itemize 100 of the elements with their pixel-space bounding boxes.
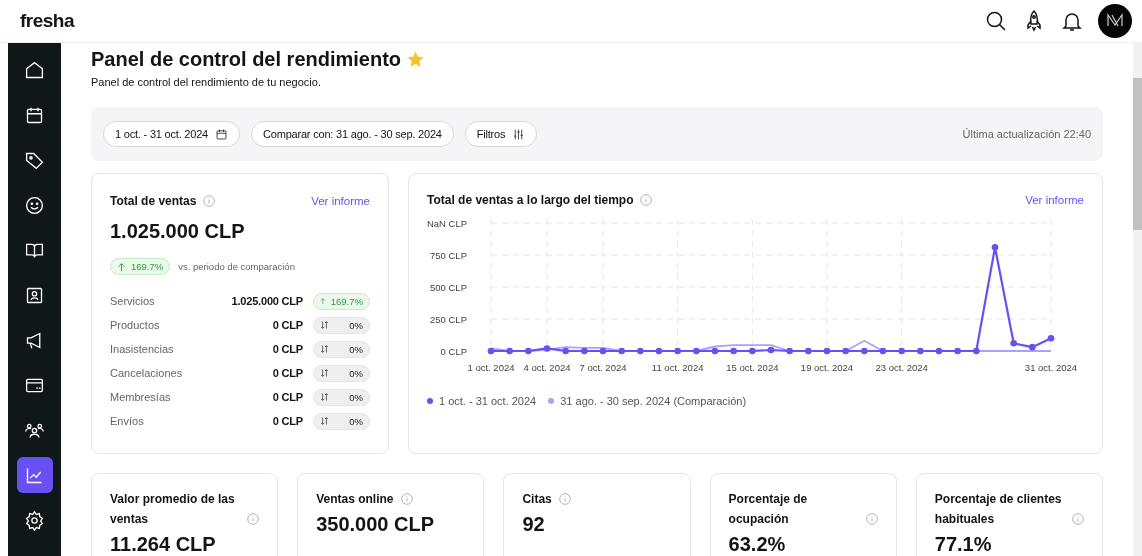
change-badge: 0% xyxy=(313,388,370,406)
comparison-caption: vs. periodo de comparación xyxy=(178,261,295,272)
data-point[interactable] xyxy=(879,347,887,355)
axis-label: 4 oct. 2024 xyxy=(523,362,571,373)
data-point[interactable] xyxy=(991,244,999,251)
data-point[interactable] xyxy=(599,347,607,355)
change-badge: 0% xyxy=(313,364,370,382)
row-value: 0 CLP xyxy=(272,343,303,355)
calendar-icon xyxy=(215,127,229,141)
row-label: Membresías xyxy=(110,391,172,403)
settings-icon xyxy=(24,509,45,531)
scrollbar[interactable] xyxy=(1133,43,1142,556)
data-point[interactable] xyxy=(861,347,868,355)
data-point[interactable] xyxy=(693,347,700,355)
card-title: Porcentaje de ocupación xyxy=(728,491,809,528)
card-title: Ventas online xyxy=(316,491,394,508)
avatar[interactable] xyxy=(1098,4,1132,38)
search-icon[interactable] xyxy=(984,9,1008,33)
axis-label: 500 CLP xyxy=(430,281,467,293)
data-point[interactable] xyxy=(618,347,625,355)
axis-label: NaN CLP xyxy=(427,217,467,229)
data-point[interactable] xyxy=(525,347,532,355)
axis-label: 0 CLP xyxy=(440,345,467,357)
data-point[interactable] xyxy=(898,347,905,355)
page-title: Panel de control del rendimiento xyxy=(91,47,402,72)
row-label: Inasistencias xyxy=(110,343,175,355)
data-point[interactable] xyxy=(1010,340,1017,347)
metric-value: 77.1% xyxy=(934,533,993,555)
axis-label: 19 oct. 2024 xyxy=(800,362,854,373)
metric-value: 92 xyxy=(522,513,546,535)
change-badge: 0% xyxy=(313,316,370,334)
data-point[interactable] xyxy=(749,347,756,355)
smiley-icon xyxy=(24,194,45,216)
change-badge: 0% xyxy=(313,412,370,430)
axis-label: 11 oct. 2024 xyxy=(651,362,704,373)
arrows-icon xyxy=(320,416,329,426)
arrows-icon xyxy=(320,344,329,354)
scrollbar-thumb[interactable] xyxy=(1133,78,1142,230)
data-point[interactable] xyxy=(842,347,849,355)
data-point[interactable] xyxy=(637,347,644,355)
arrows-icon xyxy=(320,392,329,402)
data-point[interactable] xyxy=(562,347,569,355)
arrows-icon xyxy=(320,320,329,330)
axis-label: 7 oct. 2024 xyxy=(579,362,627,373)
data-point[interactable] xyxy=(823,347,831,355)
arrow-up-icon xyxy=(117,261,126,272)
data-point[interactable] xyxy=(674,347,681,355)
page-subtitle: Panel de control del rendimiento de tu negocio. xyxy=(91,76,322,88)
row-label: Servicios xyxy=(110,295,156,307)
data-point[interactable] xyxy=(730,347,737,355)
metric-value: 350.000 CLP xyxy=(316,513,436,535)
arrow-up-icon xyxy=(320,296,326,306)
data-point[interactable] xyxy=(1029,343,1036,351)
axis-label: 250 CLP xyxy=(430,313,467,325)
row-label: Cancelaciones xyxy=(110,367,184,379)
axis-label: 750 CLP xyxy=(430,249,467,261)
data-point[interactable] xyxy=(973,347,980,355)
view-report-link[interactable]: Ver informe xyxy=(1025,194,1084,206)
data-point[interactable] xyxy=(935,347,943,355)
card-title: Citas xyxy=(522,491,552,508)
data-point[interactable] xyxy=(506,347,513,355)
row-value: 1.025.000 CLP xyxy=(231,295,303,307)
date-range-picker[interactable]: 1 oct. - 31 oct. 2024 xyxy=(103,121,241,147)
data-point[interactable] xyxy=(805,347,812,355)
data-point[interactable] xyxy=(786,347,793,355)
legend-label: 31 ago. - 30 sep. 2024 (Comparación) xyxy=(560,395,747,407)
total-value: 1.025.000 CLP xyxy=(110,220,246,243)
legend-label: 1 oct. - 31 oct. 2024 xyxy=(439,395,537,407)
row-value: 0 CLP xyxy=(272,319,303,331)
axis-label: 1 oct. 2024 xyxy=(467,362,515,373)
change-badge: 0% xyxy=(313,340,370,358)
data-point[interactable] xyxy=(767,346,775,354)
data-point[interactable] xyxy=(954,347,961,355)
arrows-icon xyxy=(320,368,329,378)
row-label: Envíos xyxy=(110,415,145,427)
data-point[interactable] xyxy=(655,347,663,355)
data-point[interactable] xyxy=(487,347,495,355)
card-title: Total de ventas xyxy=(110,194,197,208)
data-point[interactable] xyxy=(581,347,588,355)
filters-button[interactable]: Filtros xyxy=(464,121,538,147)
data-point[interactable] xyxy=(917,347,924,355)
sidebar-item[interactable] xyxy=(16,457,53,493)
last-updated-text: Última actualización 22:40 xyxy=(962,128,1091,140)
view-report-link[interactable]: Ver informe xyxy=(311,195,370,207)
data-point[interactable] xyxy=(1047,334,1055,342)
change-badge: 169.7% xyxy=(110,258,171,275)
row-value: 0 CLP xyxy=(272,367,303,379)
row-value: 0 CLP xyxy=(272,391,303,403)
card-title: Total de ventas a lo largo del tiempo xyxy=(427,193,634,207)
axis-label: 31 oct. 2024 xyxy=(1024,362,1078,373)
data-point[interactable] xyxy=(543,345,551,352)
metric-value: 63.2% xyxy=(728,533,787,555)
card-title: Valor promedio de las ventas xyxy=(110,491,236,528)
sliders-icon xyxy=(512,127,526,141)
compare-picker[interactable]: Comparar con: 31 ago. - 30 sep. 2024 xyxy=(251,121,454,147)
favorite-star-icon[interactable] xyxy=(406,49,426,69)
home-icon xyxy=(24,59,45,81)
logo[interactable]: fresha xyxy=(20,10,75,32)
data-point[interactable] xyxy=(711,347,719,355)
card-title: Porcentaje de clientes habituales xyxy=(934,491,1063,528)
